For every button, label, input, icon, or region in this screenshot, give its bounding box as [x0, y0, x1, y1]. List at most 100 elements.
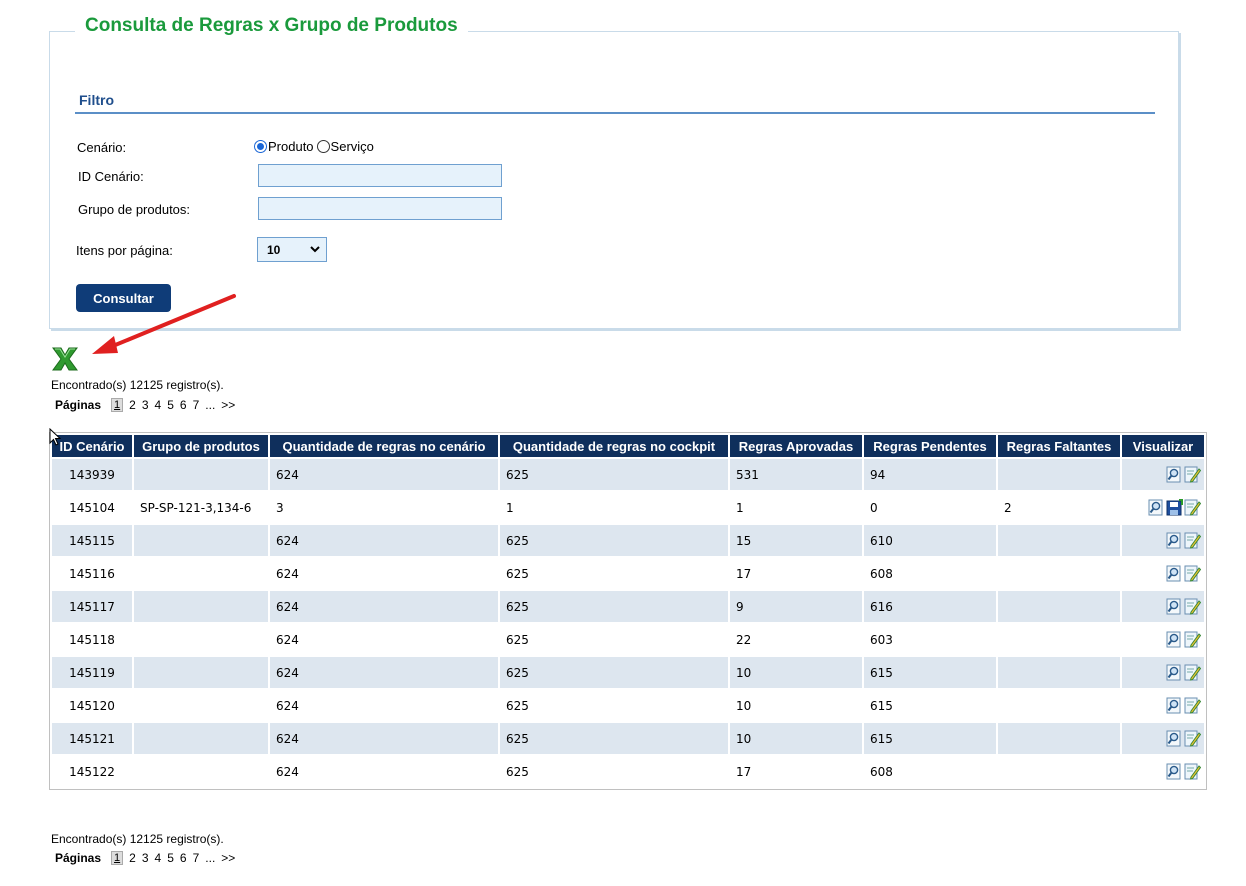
page-link-2-bottom[interactable]: 2 [129, 851, 136, 865]
col-grupo-produtos[interactable]: Grupo de produtos [134, 435, 268, 457]
per-page-select[interactable]: 10 [257, 237, 327, 262]
edit-icon[interactable] [1184, 499, 1201, 516]
cell-aprovadas: 15 [730, 525, 862, 556]
filter-divider [75, 112, 1155, 114]
edit-icon[interactable] [1184, 730, 1201, 747]
magnifier-icon[interactable] [1166, 466, 1183, 483]
magnifier-icon[interactable] [1148, 499, 1165, 516]
cell-qtd-cockpit: 625 [500, 558, 728, 589]
cell-grupo-produtos: SP-SP-121-3,134-6 [134, 492, 268, 523]
cell-qtd-cockpit: 625 [500, 624, 728, 655]
cell-visualizar [1122, 525, 1204, 556]
cell-grupo-produtos [134, 723, 268, 754]
cell-faltantes [998, 591, 1120, 622]
edit-icon[interactable] [1184, 697, 1201, 714]
cell-qtd-cenario: 3 [270, 492, 498, 523]
magnifier-icon[interactable] [1166, 565, 1183, 582]
page-link-4-bottom[interactable]: 4 [155, 851, 162, 865]
cell-pendentes: 615 [864, 690, 996, 721]
page-link-7-bottom[interactable]: 7 [193, 851, 200, 865]
cell-aprovadas: 9 [730, 591, 862, 622]
pagination-bottom: Páginas 1 2 3 4 5 6 7 ... >> [55, 851, 235, 865]
cell-visualizar [1122, 459, 1204, 490]
table-row: 143939 624 625 531 94 [52, 459, 1204, 490]
cell-aprovadas: 17 [730, 756, 862, 787]
magnifier-icon[interactable] [1166, 631, 1183, 648]
magnifier-icon[interactable] [1166, 730, 1183, 747]
cell-qtd-cenario: 624 [270, 756, 498, 787]
page-link-1[interactable]: 1 [111, 398, 124, 412]
magnifier-icon[interactable] [1166, 664, 1183, 681]
cell-faltantes [998, 657, 1120, 688]
cell-visualizar [1122, 591, 1204, 622]
page-link-7[interactable]: 7 [193, 398, 200, 412]
page-link-3-bottom[interactable]: 3 [142, 851, 149, 865]
cell-qtd-cenario: 624 [270, 690, 498, 721]
records-found-text: Encontrado(s) 12125 registro(s). [51, 378, 224, 392]
cell-visualizar [1122, 756, 1204, 787]
cell-qtd-cockpit: 625 [500, 591, 728, 622]
product-group-label: Grupo de produtos: [78, 202, 191, 217]
magnifier-icon[interactable] [1166, 598, 1183, 615]
page-ellipsis[interactable]: ... [205, 398, 215, 412]
cell-qtd-cockpit: 625 [500, 690, 728, 721]
magnifier-icon[interactable] [1166, 697, 1183, 714]
edit-icon[interactable] [1184, 565, 1201, 582]
table-row: 145122 624 625 17 608 [52, 756, 1204, 787]
cell-pendentes: 615 [864, 657, 996, 688]
table-row: 145120 624 625 10 615 [52, 690, 1204, 721]
page-link-6[interactable]: 6 [180, 398, 187, 412]
results-table: ID Cenário Grupo de produtos Quantidade … [49, 432, 1207, 790]
cell-pendentes: 610 [864, 525, 996, 556]
col-id-cenario[interactable]: ID Cenário [52, 435, 132, 457]
table-row: 145104 SP-SP-121-3,134-6 3 1 1 0 2 [52, 492, 1204, 523]
cell-id-cenario: 145119 [52, 657, 132, 688]
col-aprovadas[interactable]: Regras Aprovadas [730, 435, 862, 457]
radio-service-label[interactable]: Serviço [331, 139, 374, 154]
excel-export-icon[interactable] [51, 346, 79, 372]
col-pendentes[interactable]: Regras Pendentes [864, 435, 996, 457]
radio-product-label[interactable]: Produto [268, 139, 314, 154]
page-link-5[interactable]: 5 [167, 398, 174, 412]
pages-label: Páginas [55, 398, 102, 412]
page-link-1-bottom[interactable]: 1 [111, 851, 124, 865]
col-faltantes[interactable]: Regras Faltantes [998, 435, 1120, 457]
cell-aprovadas: 22 [730, 624, 862, 655]
cell-aprovadas: 10 [730, 690, 862, 721]
cell-grupo-produtos [134, 525, 268, 556]
cell-grupo-produtos [134, 756, 268, 787]
table-row: 145118 624 625 22 603 [52, 624, 1204, 655]
page-link-4[interactable]: 4 [155, 398, 162, 412]
cell-qtd-cenario: 624 [270, 723, 498, 754]
page-ellipsis-bottom[interactable]: ... [205, 851, 215, 865]
page-link-6-bottom[interactable]: 6 [180, 851, 187, 865]
radio-service[interactable] [316, 140, 330, 153]
cell-faltantes: 2 [998, 492, 1120, 523]
magnifier-icon[interactable] [1166, 532, 1183, 549]
edit-icon[interactable] [1184, 532, 1201, 549]
pagination-top: Páginas 1 2 3 4 5 6 7 ... >> [55, 398, 235, 412]
page-title: Consulta de Regras x Grupo de Produtos [75, 15, 468, 37]
page-next-bottom[interactable]: >> [221, 851, 235, 865]
save-icon[interactable] [1166, 499, 1183, 516]
edit-icon[interactable] [1184, 598, 1201, 615]
magnifier-icon[interactable] [1166, 763, 1183, 780]
page-link-3[interactable]: 3 [142, 398, 149, 412]
id-scenario-input[interactable] [258, 164, 502, 187]
cell-qtd-cockpit: 1 [500, 492, 728, 523]
edit-icon[interactable] [1184, 631, 1201, 648]
cell-grupo-produtos [134, 459, 268, 490]
edit-icon[interactable] [1184, 763, 1201, 780]
page-link-5-bottom[interactable]: 5 [167, 851, 174, 865]
product-group-input[interactable] [258, 197, 502, 220]
radio-product[interactable] [254, 140, 267, 153]
red-arrow-icon [92, 294, 236, 354]
cell-pendentes: 615 [864, 723, 996, 754]
col-qtd-cockpit[interactable]: Quantidade de regras no cockpit [500, 435, 728, 457]
edit-icon[interactable] [1184, 466, 1201, 483]
col-qtd-cenario[interactable]: Quantidade de regras no cenário [270, 435, 498, 457]
cell-qtd-cockpit: 625 [500, 459, 728, 490]
page-next[interactable]: >> [221, 398, 235, 412]
page-link-2[interactable]: 2 [129, 398, 136, 412]
edit-icon[interactable] [1184, 664, 1201, 681]
